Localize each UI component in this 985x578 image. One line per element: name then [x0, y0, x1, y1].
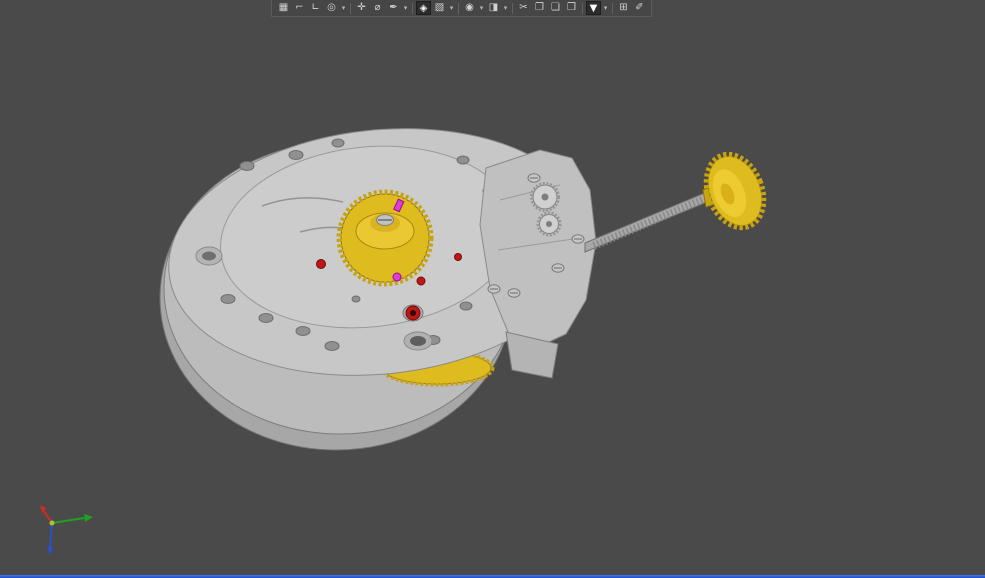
view-style-dropdown-arrow[interactable]: ▾ [448, 1, 455, 15]
section-cut-icon[interactable]: ✂ [516, 1, 531, 15]
viewport-3d[interactable] [0, 0, 985, 578]
toolbar-separator [582, 3, 583, 14]
sketch-copy-icon[interactable]: ∟ [308, 1, 323, 15]
jewel-bearing [417, 277, 425, 285]
jewel-bearing [317, 260, 326, 269]
zoom-icon[interactable]: ◎ [324, 1, 339, 15]
toolbar-separator [412, 3, 413, 14]
toolbar-separator [458, 3, 459, 14]
paste-special-icon[interactable]: ❒ [564, 1, 579, 15]
render-mode-icon[interactable]: ◨ [486, 1, 501, 15]
table-view-icon[interactable]: ⊞ [616, 1, 631, 15]
hide-show-dropdown-arrow[interactable]: ▾ [478, 1, 485, 15]
viewport-3d-wrap [0, 0, 985, 578]
view-style-icon[interactable]: ▧ [432, 1, 447, 15]
winding-crown-part[interactable] [696, 146, 775, 237]
zoom-dropdown-arrow[interactable]: ▾ [340, 1, 347, 15]
winding-stem-part[interactable] [585, 185, 718, 252]
toolbar-separator [350, 3, 351, 14]
paste-icon[interactable]: ❏ [548, 1, 563, 15]
filter-icon[interactable]: ▼ [586, 1, 601, 15]
measure-icon[interactable]: ⌀ [370, 1, 385, 15]
inspect-pen-icon[interactable]: ✐ [632, 1, 647, 15]
iso-view-icon[interactable]: ◈ [416, 1, 431, 15]
jewel-bearing [455, 254, 462, 261]
main-toolbar: ▦ ⌐ ∟ ◎ ▾ ✛ ⌀ ✒ ▾ ◈ ▧ ▾ ◉ ▾ ◨ ▾ ✂ ❐ ❏ ❒ … [271, 0, 652, 17]
grid-snap-icon[interactable]: ▦ [276, 1, 291, 15]
copy-icon[interactable]: ❐ [532, 1, 547, 15]
annotate-pen-icon[interactable]: ✒ [386, 1, 401, 15]
render-mode-dropdown-arrow[interactable]: ▾ [502, 1, 509, 15]
axis-triad[interactable] [40, 505, 93, 555]
toolbar-separator [612, 3, 613, 14]
filter-dropdown-arrow[interactable]: ▾ [602, 1, 609, 15]
position-tool-icon[interactable]: ✛ [354, 1, 369, 15]
hide-show-icon[interactable]: ◉ [462, 1, 477, 15]
sketcher-icon[interactable]: ⌐ [292, 1, 307, 15]
toolbar-separator [512, 3, 513, 14]
annotate-pen-dropdown-arrow[interactable]: ▾ [402, 1, 409, 15]
